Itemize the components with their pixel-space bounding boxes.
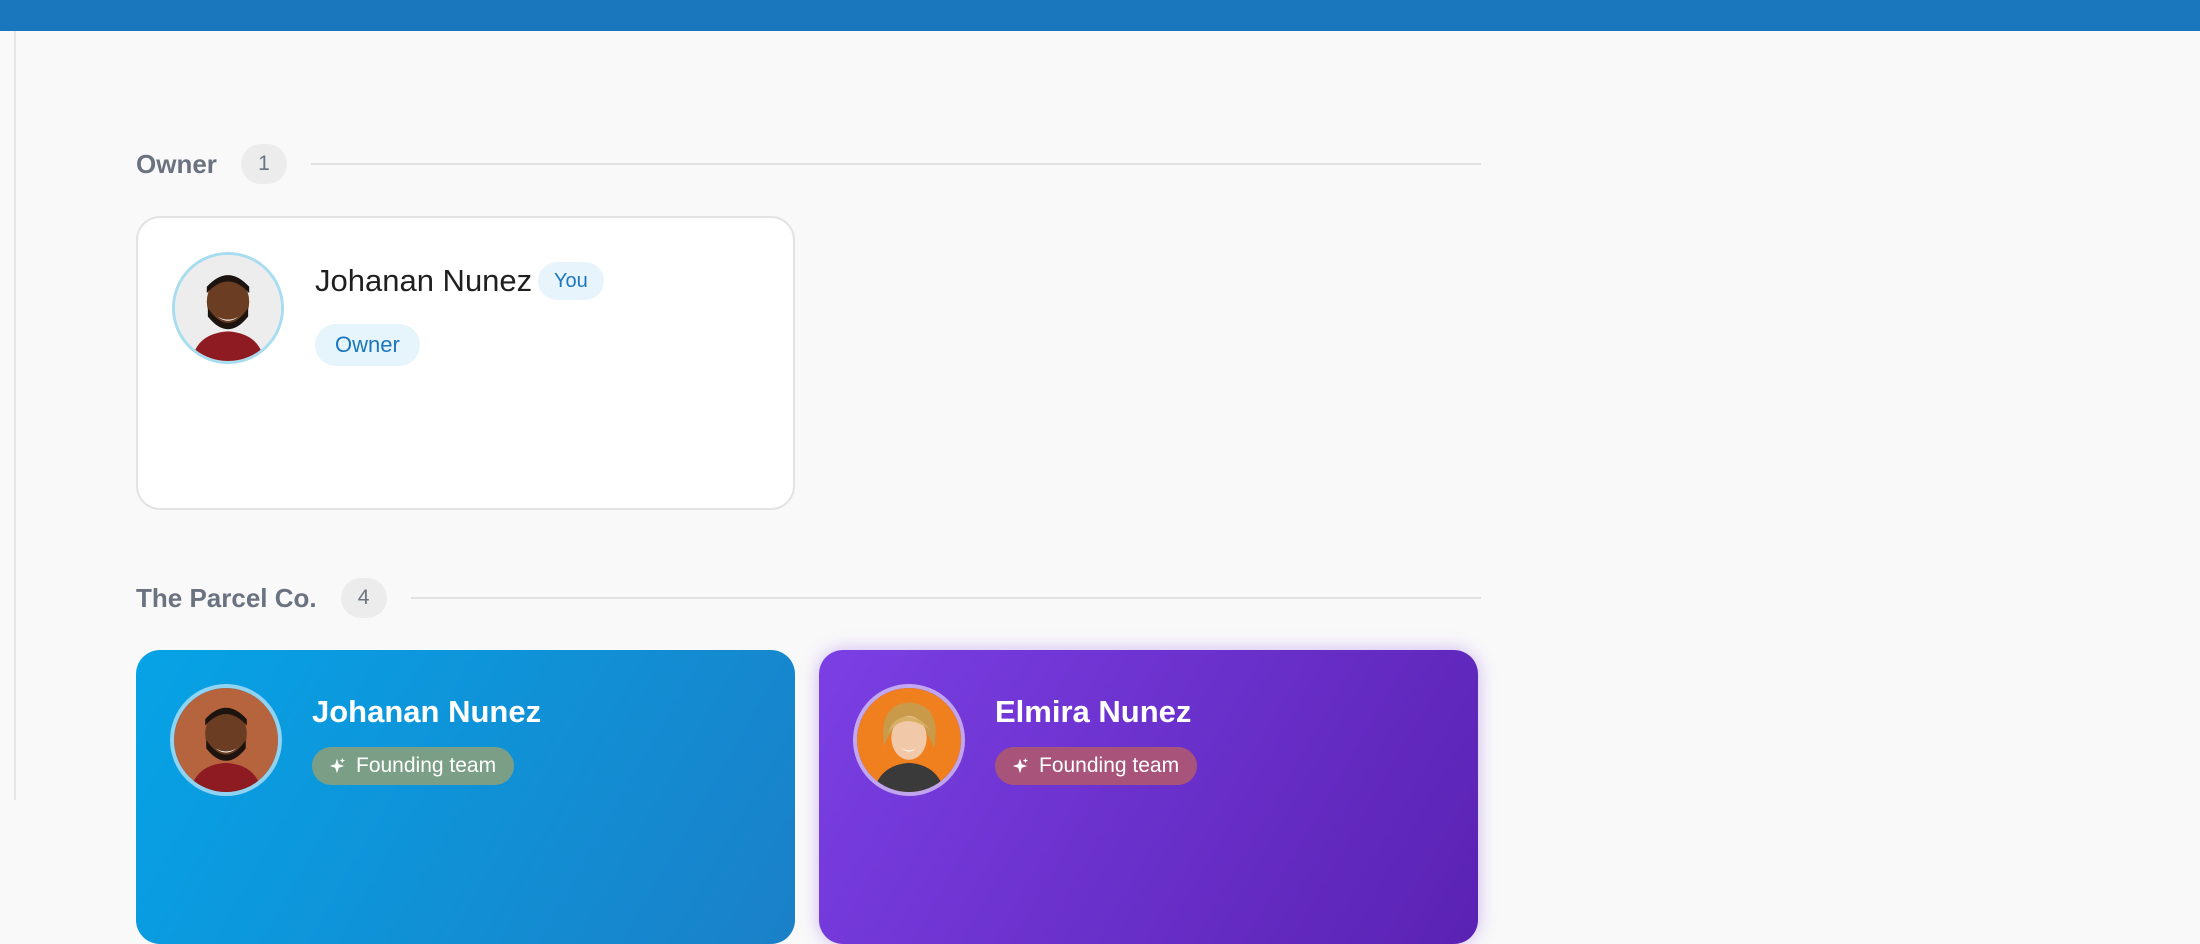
tag-label: Founding team	[356, 754, 497, 777]
section-divider	[410, 597, 1481, 599]
member-card-owner[interactable]: Johanan Nunez You Owner	[136, 216, 795, 510]
avatar	[170, 684, 282, 796]
top-app-bar	[0, 0, 2200, 31]
person-photo-icon	[174, 688, 278, 792]
you-badge: You	[538, 262, 604, 300]
count-badge: 4	[340, 578, 387, 618]
section-title: The Parcel Co.	[136, 582, 317, 613]
role-badge: Owner	[315, 324, 420, 366]
member-name: Johanan Nunez	[312, 694, 542, 729]
member-name: Elmira Nunez	[995, 694, 1192, 729]
section-header-owner: Owner 1	[136, 143, 1481, 185]
section-title: Owner	[136, 148, 217, 179]
member-name: Johanan Nunez	[315, 263, 533, 298]
tag-label: Founding team	[1039, 754, 1180, 777]
avatar	[853, 684, 965, 796]
avatar	[172, 252, 284, 364]
section-header-parcel-co: The Parcel Co. 4	[136, 577, 1481, 619]
count-badge: 1	[240, 144, 287, 184]
section-divider	[310, 163, 1481, 165]
founding-team-badge: Founding team	[995, 747, 1198, 785]
person-photo-icon	[857, 688, 961, 792]
sparkle-icon	[1012, 757, 1029, 774]
sparkle-icon	[329, 757, 346, 774]
member-card-johanan[interactable]: Johanan Nunez Founding team	[136, 650, 795, 944]
person-photo-icon	[175, 255, 281, 361]
member-card-elmira[interactable]: Elmira Nunez Founding team	[819, 650, 1478, 944]
sidebar-divider	[14, 31, 16, 800]
founding-team-badge: Founding team	[312, 747, 515, 785]
